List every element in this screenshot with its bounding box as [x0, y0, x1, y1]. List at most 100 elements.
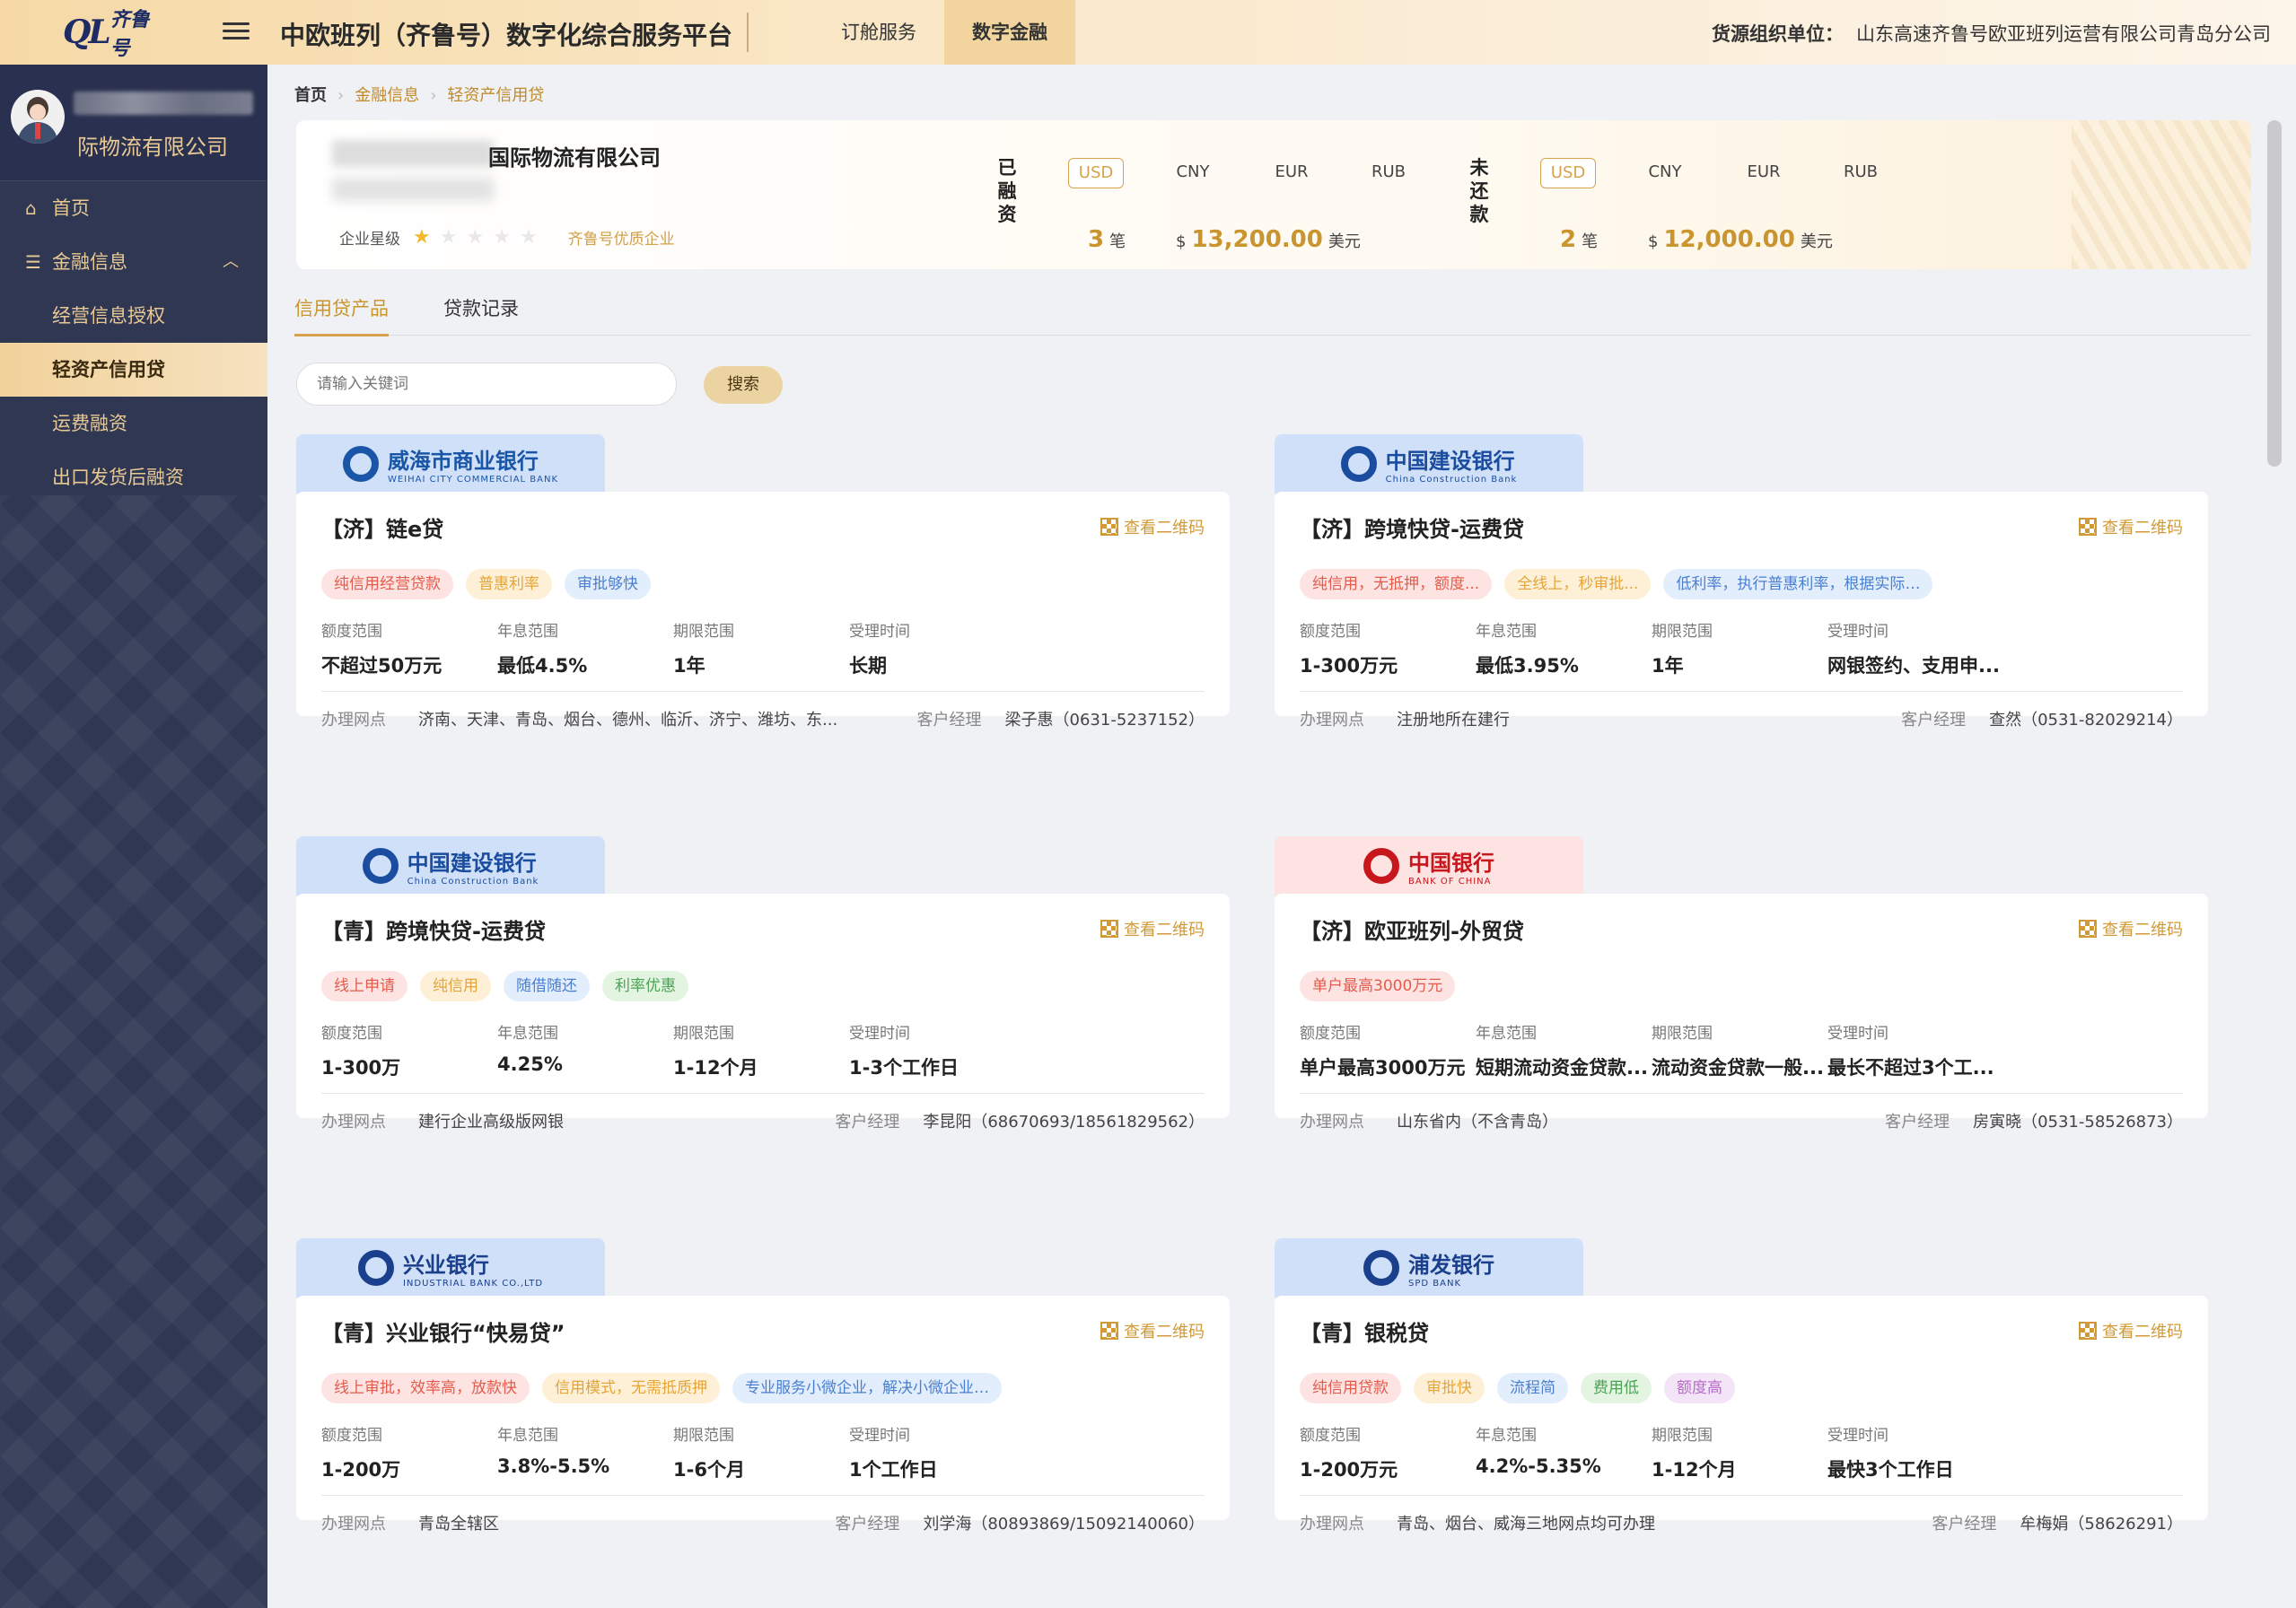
card-divider [1300, 1093, 2183, 1094]
tab-booking-service[interactable]: 订舱服务 [813, 0, 944, 65]
search-button[interactable]: 搜索 [704, 366, 783, 404]
view-qr-button[interactable]: 查看二维码 [1100, 917, 1205, 940]
view-qr-button[interactable]: 查看二维码 [1100, 1319, 1205, 1342]
product-footer: 办理网点 建行企业高级版网银 客户经理 李昆阳（68670693/18561829… [321, 1109, 1205, 1136]
field-value: 1-3个工作日 [849, 1057, 959, 1079]
breadcrumb-finance[interactable]: 金融信息 [355, 86, 419, 105]
manager-info: 客户经理 李昆阳（68670693/18561829562） [835, 1109, 1205, 1132]
field-label: 期限范围 [673, 1025, 734, 1043]
sidebar-item-light-asset-loan[interactable]: 轻资产信用贷 [0, 343, 267, 397]
currency-usd-outstanding[interactable]: USD [1540, 158, 1596, 188]
product-fields: 额度范围 1-300万元 年息范围 最低3.95% 期限范围 1年 受理时间 网银签约、支用申… [1300, 619, 2179, 682]
bank-name-en: China Construction Bank [407, 877, 539, 887]
product-tags: 纯信用经营贷款 普惠利率 审批够快 [321, 569, 1205, 601]
manager-info: 客户经理 查然（0531-82029214） [1901, 707, 2183, 730]
product-card[interactable]: 兴业银行 INDUSTRIAL BANK CO.,LTD 【青】兴业银行“快易贷… [296, 1238, 1230, 1534]
field-label: 年息范围 [1476, 1025, 1537, 1043]
currency-cny-outstanding[interactable]: CNY [1637, 158, 1693, 188]
field-value: 1-300万 [321, 1057, 401, 1079]
view-qr-button[interactable]: 查看二维码 [2079, 515, 2183, 538]
sidebar-item-business-auth[interactable]: 经营信息授权 [0, 289, 267, 343]
chevron-right-icon: › [337, 86, 345, 105]
product-tag: 纯信用 [420, 971, 491, 1001]
field-label: 年息范围 [1476, 1427, 1537, 1445]
field-label: 额度范围 [321, 1025, 382, 1043]
manager-value: 刘学海（80893869/15092140060） [923, 1515, 1205, 1534]
bank-logo-icon [1363, 848, 1399, 884]
product-title: 【青】兴业银行“快易贷” [321, 1321, 565, 1346]
sidebar-item-post-shipment-financing[interactable]: 出口发货后融资 [0, 450, 267, 504]
product-footer: 办理网点 注册地所在建行 客户经理 查然（0531-82029214） [1300, 707, 2183, 734]
currency-eur-outstanding[interactable]: EUR [1736, 158, 1792, 188]
star-icon: ★ [413, 226, 440, 249]
currency-usd-financed[interactable]: USD [1068, 158, 1124, 188]
product-fields: 额度范围 单户最高3000万元 年息范围 短期流动资金贷款... 期限范围 流动资金贷款一… [1300, 1021, 2179, 1084]
product-card-body: 【青】兴业银行“快易贷” 查看二维码 线上审批，效率高，放款快 信用模式，无需抵质… [296, 1296, 1230, 1534]
bank-logo-tab: 兴业银行 INDUSTRIAL BANK CO.,LTD [296, 1238, 605, 1298]
tab-loan-records[interactable]: 贷款记录 [443, 294, 519, 321]
star-icon: ★ [466, 226, 494, 249]
product-field: 期限范围 流动资金贷款一般... [1652, 1021, 1827, 1080]
bank-logo-tab: 中国建设银行 China Construction Bank [1275, 434, 1583, 494]
sidebar-item-home[interactable]: ⌂ 首页 [0, 181, 267, 235]
bank-logo-icon [357, 1250, 394, 1286]
currency-rub-financed[interactable]: RUB [1361, 158, 1416, 188]
chevron-up-icon: ︿ [223, 252, 239, 271]
qr-code-icon [2079, 518, 2097, 536]
field-value: 1年 [673, 655, 705, 677]
bank-name: 威海市商业银行 [387, 448, 539, 474]
sidebar: 际物流有限公司 ⌂ 首页 ☰ 金融信息 ︿ 经营信息授权 轻资产信用贷 运费融资 出口… [0, 65, 267, 1608]
company-name-suffix: 际物流有限公司 [510, 145, 661, 170]
avatar[interactable] [11, 90, 65, 144]
view-qr-button[interactable]: 查看二维码 [2079, 1319, 2183, 1342]
product-tag: 纯信用经营贷款 [321, 569, 453, 599]
manager-value: 梁子惠（0631-5237152） [1004, 711, 1205, 730]
field-label: 受理时间 [849, 623, 910, 641]
field-value: 1个工作日 [849, 1459, 938, 1481]
product-tag: 线上审批，效率高，放款快 [321, 1373, 530, 1403]
platform-logo[interactable]: QL 齐鲁号 [63, 9, 163, 60]
currency-eur-financed[interactable]: EUR [1264, 158, 1319, 188]
product-card[interactable]: 中国建设银行 China Construction Bank 【青】跨境快贷-运… [296, 836, 1230, 1132]
view-qr-button[interactable]: 查看二维码 [1100, 515, 1205, 538]
product-tag: 专业服务小微企业，解决小微企业融资难题 [732, 1373, 1002, 1403]
manager-label: 客户经理 [1901, 711, 1967, 730]
product-field: 期限范围 1-12个月 [1652, 1423, 1827, 1482]
breadcrumb-home[interactable]: 首页 [294, 86, 327, 105]
card-divider [1300, 691, 2183, 692]
product-card[interactable]: 中国建设银行 China Construction Bank 【济】跨境快贷-运… [1275, 434, 2208, 730]
product-field: 年息范围 最低3.95% [1476, 619, 1652, 678]
search-input[interactable] [296, 363, 677, 406]
tab-credit-products[interactable]: 信用贷产品 [294, 294, 389, 336]
manager-info: 客户经理 梁子惠（0631-5237152） [917, 707, 1205, 730]
product-card[interactable]: 威海市商业银行 WEIHAI CITY COMMERCIAL BANK 【济】链… [296, 434, 1230, 730]
currency-cny-financed[interactable]: CNY [1165, 158, 1221, 188]
sidebar-item-label: 运费融资 [52, 413, 127, 434]
org-value: 山东高速齐鲁号欧亚班列运营有限公司青岛分公司 [1856, 23, 2271, 45]
product-card[interactable]: 中国银行 BANK OF CHINA 【济】欧亚班列-外贸贷 查看二维码 单户最… [1275, 836, 2208, 1132]
company-name-prefix: 国 [488, 145, 510, 170]
product-field: 年息范围 4.25% [497, 1021, 673, 1075]
product-card[interactable]: 浦发银行 SPD BANK 【青】银税贷 查看二维码 纯信用贷款 审批快 流程简 费用… [1275, 1238, 2208, 1534]
view-qr-button[interactable]: 查看二维码 [2079, 917, 2183, 940]
tab-digital-finance[interactable]: 数字金融 [944, 0, 1075, 65]
menu-toggle-icon[interactable] [221, 18, 251, 45]
product-fields: 额度范围 1-200万 年息范围 3.8%-5.5% 期限范围 1-6个月 受理时间 1个工作… [321, 1423, 1201, 1486]
field-label: 期限范围 [673, 1427, 734, 1445]
manager-label: 客户经理 [916, 711, 982, 730]
field-label: 年息范围 [497, 623, 558, 641]
qr-label: 查看二维码 [2102, 1323, 2183, 1341]
product-card-body: 【青】跨境快贷-运费贷 查看二维码 线上申请 纯信用 随借随还 利率优惠 额度范围 1-… [296, 894, 1230, 1132]
sidebar-item-label: 出口发货后融资 [52, 467, 184, 488]
field-value: 1-12个月 [673, 1057, 758, 1079]
product-footer: 办理网点 济南、天津、青岛、烟台、德州、临沂、济宁、潍坊、东... 客户经理 梁子… [321, 707, 1205, 734]
currency-rub-outstanding[interactable]: RUB [1833, 158, 1889, 188]
product-tag: 利率优惠 [602, 971, 688, 1001]
product-footer: 办理网点 山东省内（不含青岛） 客户经理 房寅晓（0531-58526873） [1300, 1109, 2183, 1136]
quality-badge: 齐鲁号优质企业 [567, 231, 675, 249]
page-scrollbar[interactable] [2267, 120, 2282, 467]
bank-logo-tab: 中国建设银行 China Construction Bank [296, 836, 605, 896]
sidebar-item-finance-info[interactable]: ☰ 金融信息 ︿ [0, 235, 267, 289]
sidebar-item-freight-financing[interactable]: 运费融资 [0, 397, 267, 450]
product-tag: 低利率，执行普惠利率，根据实际支用金额按日计息，... [1663, 569, 1933, 599]
